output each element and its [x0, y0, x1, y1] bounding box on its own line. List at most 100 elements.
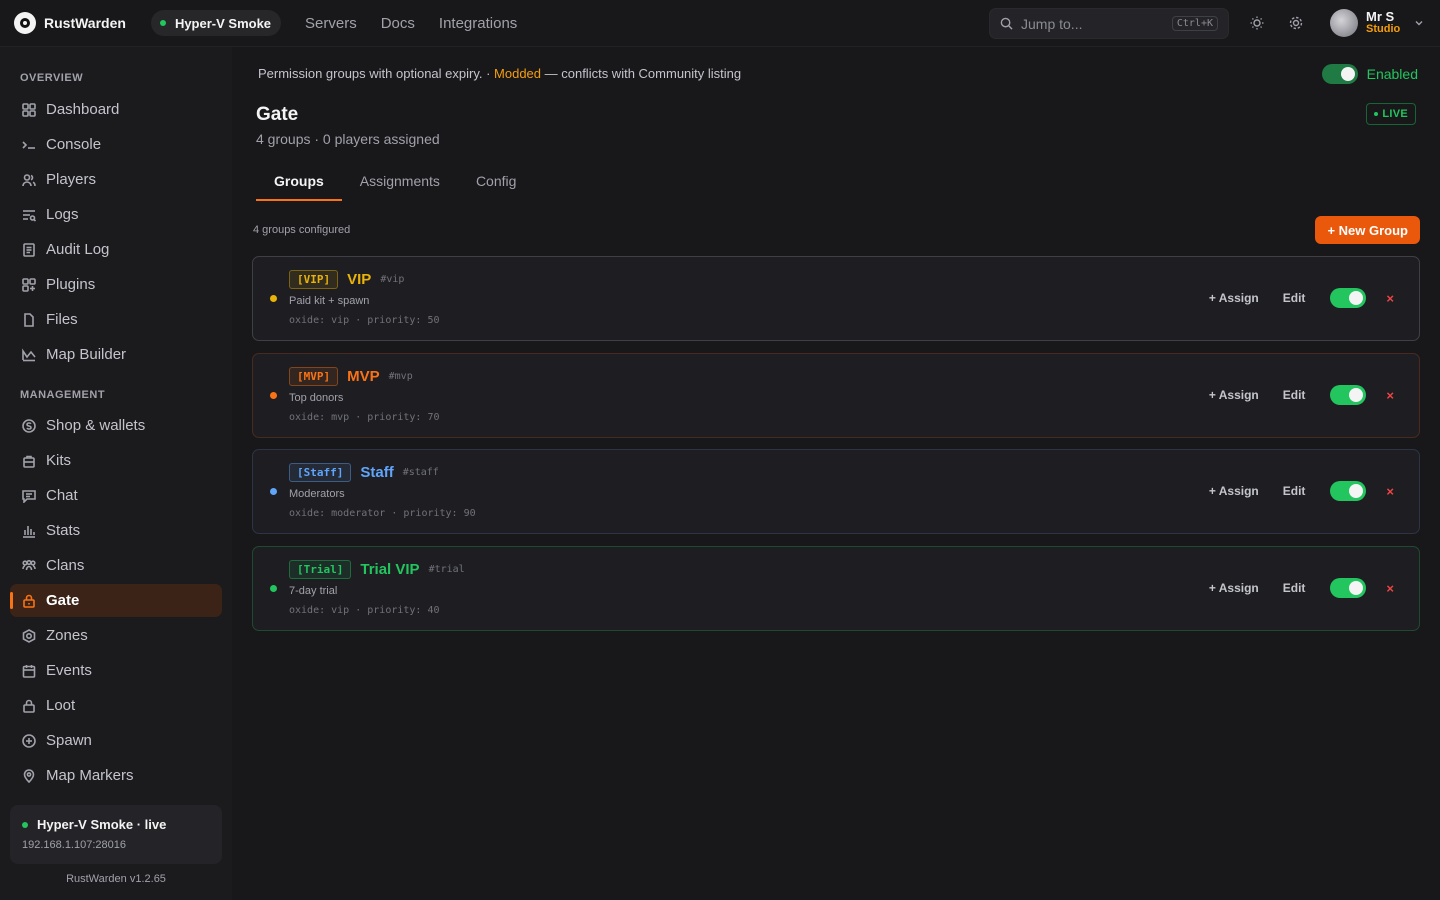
delete-icon[interactable]: ×	[1386, 291, 1394, 306]
server-ip: 192.168.1.107:28016	[22, 839, 126, 851]
sidebar-item-logs[interactable]: Logs	[10, 198, 222, 231]
sidebar-item-label: Kits	[46, 452, 72, 469]
sidebar-item-kits[interactable]: Kits	[10, 444, 222, 477]
search-box[interactable]: Jump to... Ctrl+K	[989, 8, 1229, 39]
sidebar-item-chat[interactable]: Chat	[10, 479, 222, 512]
enabled-label: Enabled	[1366, 66, 1418, 82]
group-card[interactable]: [Staff] Staff #staff Moderators oxide: m…	[252, 449, 1420, 534]
group-card[interactable]: [MVP] MVP #mvp Top donors oxide: mvp · p…	[252, 353, 1420, 438]
server-selector[interactable]: Hyper-V Smoke	[150, 10, 282, 36]
assign-button[interactable]: + Assign	[1209, 581, 1259, 595]
group-tag: [VIP]	[289, 270, 339, 289]
groups-count: 4 groups configured	[253, 224, 351, 236]
sidebar-item-label: Shop & wallets	[46, 417, 146, 434]
delete-icon[interactable]: ×	[1386, 484, 1394, 499]
sidebar-item-plugins[interactable]: Plugins	[10, 268, 222, 301]
edit-button[interactable]: Edit	[1283, 581, 1306, 595]
sidebar-item-shop[interactable]: Shop & wallets	[10, 409, 222, 442]
delete-icon[interactable]: ×	[1386, 581, 1394, 596]
brand-name: RustWarden	[44, 15, 126, 31]
sidebar-item-dashboard[interactable]: Dashboard	[10, 93, 222, 126]
group-enabled-toggle[interactable]	[1330, 481, 1367, 501]
app-version: RustWarden v1.2.65	[66, 873, 166, 885]
modded-label: Modded	[494, 66, 542, 81]
group-enabled-toggle[interactable]	[1330, 385, 1367, 405]
group-color-dot-icon	[270, 488, 277, 495]
tab-groups[interactable]: Groups	[256, 163, 342, 201]
assign-button[interactable]: + Assign	[1209, 388, 1259, 402]
tab-config[interactable]: Config	[458, 163, 534, 201]
tab-assignments[interactable]: Assignments	[342, 163, 458, 201]
sidebar-item-gate[interactable]: Gate	[10, 584, 222, 617]
delete-icon[interactable]: ×	[1386, 388, 1394, 403]
sidebar-item-loot[interactable]: Loot	[10, 689, 222, 722]
notice-conflict: — conflicts with Community listing	[541, 66, 742, 81]
zone-icon	[22, 628, 36, 643]
edit-button[interactable]: Edit	[1283, 388, 1306, 402]
group-card[interactable]: [Trial] Trial VIP #trial 7-day trial oxi…	[252, 546, 1420, 631]
group-enabled-toggle[interactable]	[1330, 578, 1367, 598]
sidebar-item-players[interactable]: Players	[10, 163, 222, 196]
plugin-enabled-toggle[interactable]: Enabled	[1321, 64, 1418, 84]
nav-servers[interactable]: Servers	[305, 15, 357, 32]
main-content: Permission groups with optional expiry. …	[232, 47, 1440, 900]
toggle-switch[interactable]	[1321, 64, 1358, 84]
sidebar-item-label: Plugins	[46, 276, 96, 293]
group-color-dot-icon	[270, 295, 277, 302]
sidebar-item-console[interactable]: Console	[10, 128, 222, 161]
group-description: Moderators	[289, 488, 345, 500]
sidebar-item-map-markers[interactable]: Map Markers	[10, 759, 222, 792]
user-menu[interactable]: Mr S Studio	[1330, 9, 1424, 37]
nav-integrations[interactable]: Integrations	[439, 15, 517, 32]
sidebar-item-map-builder[interactable]: Map Builder	[10, 338, 222, 371]
live-badge-label: LIVE	[1382, 108, 1408, 120]
nav-docs[interactable]: Docs	[381, 15, 415, 32]
sidebar-item-events[interactable]: Events	[10, 654, 222, 687]
group-color-dot-icon	[270, 392, 277, 399]
group-description: 7-day trial	[289, 585, 338, 597]
sidebar-item-audit-log[interactable]: Audit Log	[10, 233, 222, 266]
server-status-card[interactable]: Hyper-V Smoke · live 192.168.1.107:28016	[10, 805, 222, 864]
sun-icon[interactable]	[1247, 13, 1267, 33]
sidebar-item-clans[interactable]: Clans	[10, 549, 222, 582]
plugin-notice: Permission groups with optional expiry. …	[258, 66, 741, 81]
sidebar-item-stats[interactable]: Stats	[10, 514, 222, 547]
notice-text: Permission groups with optional expiry. …	[258, 66, 495, 81]
live-dot-icon	[1374, 112, 1379, 116]
group-meta: oxide: vip · priority: 40	[289, 605, 440, 616]
edit-button[interactable]: Edit	[1283, 291, 1306, 305]
group-card[interactable]: [VIP] VIP #vip Paid kit + spawn oxide: v…	[252, 256, 1420, 341]
brand[interactable]: RustWarden	[14, 12, 126, 34]
group-meta: oxide: mvp · priority: 70	[289, 412, 440, 423]
assign-button[interactable]: + Assign	[1209, 291, 1259, 305]
file-icon	[24, 312, 34, 327]
sidebar-item-label: Stats	[46, 522, 81, 539]
sidebar-item-files[interactable]: Files	[10, 303, 222, 336]
sidebar-item-zones[interactable]: Zones	[10, 619, 222, 652]
chat-icon	[22, 489, 36, 503]
sidebar: OVERVIEW Dashboard Console Players Logs …	[0, 47, 232, 900]
sidebar-item-label: Clans	[46, 557, 85, 574]
group-name: MVP	[347, 368, 380, 385]
group-slug: #mvp	[388, 371, 413, 382]
sidebar-item-spawn[interactable]: Spawn	[10, 724, 222, 757]
group-slug: #trial	[428, 564, 465, 575]
sidebar-item-label: Console	[46, 136, 102, 153]
assign-button[interactable]: + Assign	[1209, 484, 1259, 498]
section-overview-title: OVERVIEW	[20, 72, 84, 84]
live-badge: LIVE	[1366, 103, 1416, 125]
bag-icon	[23, 455, 35, 468]
search-shortcut: Ctrl+K	[1171, 16, 1218, 31]
sidebar-item-label: Events	[46, 662, 92, 679]
group-enabled-toggle[interactable]	[1330, 288, 1367, 308]
logo-icon	[14, 12, 36, 34]
sidebar-item-label: Spawn	[46, 732, 92, 749]
group-name: VIP	[347, 271, 372, 288]
search-input[interactable]: Jump to...	[1021, 16, 1172, 32]
group-name: Staff	[360, 464, 394, 481]
puzzle-icon	[22, 277, 36, 292]
edit-button[interactable]: Edit	[1283, 484, 1306, 498]
group-tag: [Staff]	[289, 463, 352, 482]
new-group-button[interactable]: + New Group	[1315, 216, 1420, 244]
settings-gear-icon[interactable]	[1286, 13, 1306, 33]
